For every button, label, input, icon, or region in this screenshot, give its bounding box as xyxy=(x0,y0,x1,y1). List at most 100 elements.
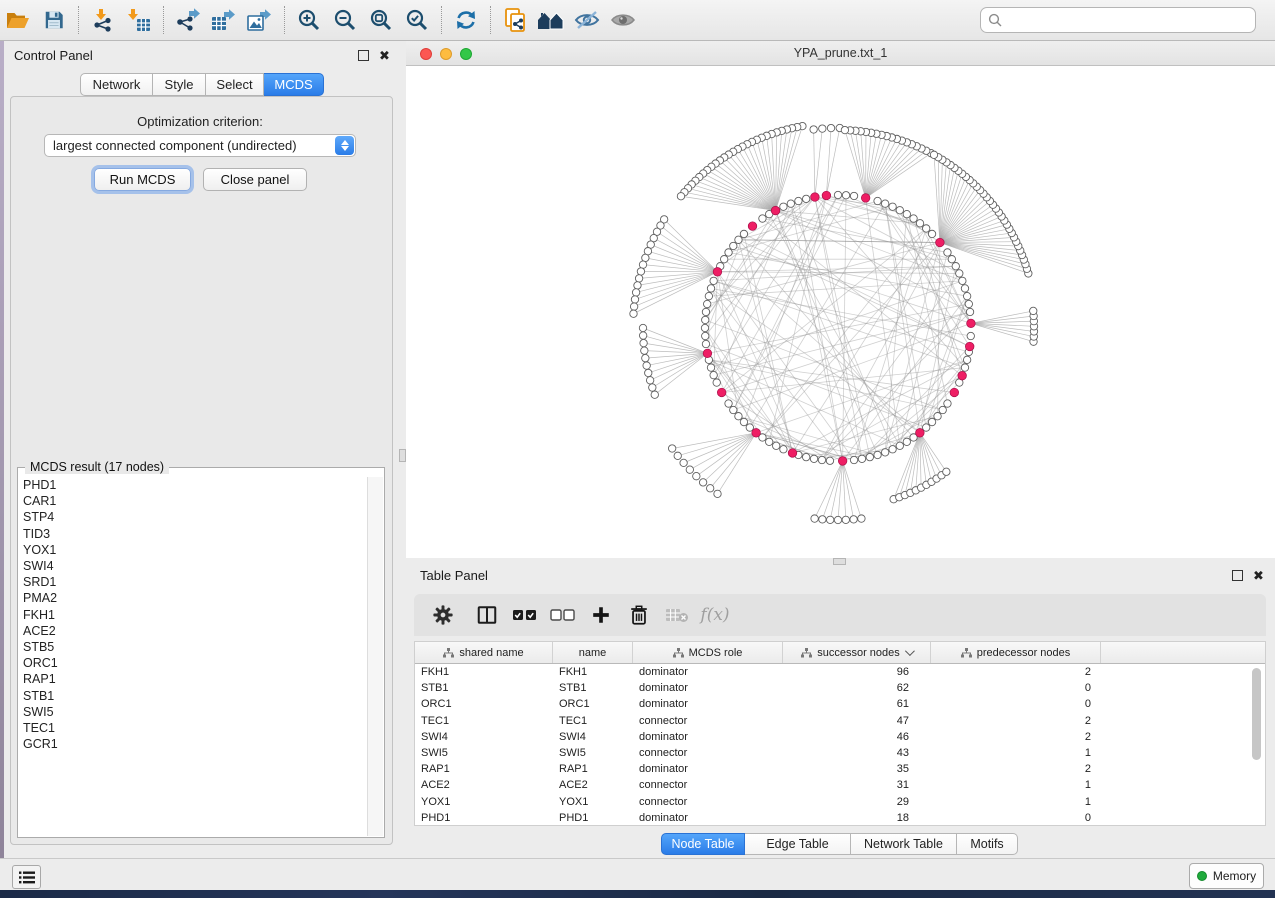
cell-shared-name[interactable]: SWI5 xyxy=(415,747,553,759)
cell-predecessor-nodes[interactable]: 0 xyxy=(931,682,1101,694)
cell-name[interactable]: ORC1 xyxy=(553,698,633,710)
mcds-result-item[interactable]: PMA2 xyxy=(23,590,368,606)
tab-network-table[interactable]: Network Table xyxy=(851,833,957,855)
export-network-icon[interactable] xyxy=(170,4,206,36)
tab-node-table[interactable]: Node Table xyxy=(661,833,745,855)
mcds-result-item[interactable]: TEC1 xyxy=(23,720,368,736)
cell-MCDS-role[interactable]: dominator xyxy=(633,682,783,694)
cell-predecessor-nodes[interactable]: 1 xyxy=(931,796,1101,808)
tab-network[interactable]: Network xyxy=(80,73,153,96)
tab-motifs[interactable]: Motifs xyxy=(957,833,1018,855)
zoom-selected-icon[interactable] xyxy=(399,4,435,36)
control-panel-float-icon[interactable] xyxy=(358,50,369,61)
cell-name[interactable]: TEC1 xyxy=(553,715,633,727)
cell-name[interactable]: SWI4 xyxy=(553,731,633,743)
zoom-out-icon[interactable] xyxy=(327,4,363,36)
cell-shared-name[interactable]: ACE2 xyxy=(415,779,553,791)
mcds-result-item[interactable]: FKH1 xyxy=(23,607,368,623)
select-all-rows-icon[interactable] xyxy=(508,598,542,632)
mcds-result-item[interactable]: SWI5 xyxy=(23,704,368,720)
cell-successor-nodes[interactable]: 18 xyxy=(783,812,931,824)
export-image-icon[interactable] xyxy=(242,4,278,36)
mcds-result-item[interactable]: PHD1 xyxy=(23,477,368,493)
function-builder-icon[interactable]: f(x) xyxy=(698,598,732,632)
cell-successor-nodes[interactable]: 35 xyxy=(783,763,931,775)
mcds-result-item[interactable]: CAR1 xyxy=(23,493,368,509)
cell-shared-name[interactable]: SWI4 xyxy=(415,731,553,743)
table-panel-float-icon[interactable] xyxy=(1232,570,1243,581)
import-network-icon[interactable] xyxy=(85,4,121,36)
cell-successor-nodes[interactable]: 46 xyxy=(783,731,931,743)
clone-network-icon[interactable] xyxy=(497,4,533,36)
cell-name[interactable]: PHD1 xyxy=(553,812,633,824)
cell-shared-name[interactable]: RAP1 xyxy=(415,763,553,775)
cell-shared-name[interactable]: ORC1 xyxy=(415,698,553,710)
table-row[interactable]: RAP1RAP1dominator352 xyxy=(415,761,1265,777)
delete-columns-trash-icon[interactable] xyxy=(622,598,656,632)
cell-predecessor-nodes[interactable]: 0 xyxy=(931,812,1101,824)
cell-shared-name[interactable]: PHD1 xyxy=(415,812,553,824)
cell-successor-nodes[interactable]: 96 xyxy=(783,666,931,678)
cell-predecessor-nodes[interactable]: 1 xyxy=(931,747,1101,759)
table-row[interactable]: YOX1YOX1connector291 xyxy=(415,794,1265,810)
mcds-result-scrollbar[interactable] xyxy=(367,477,383,836)
table-row[interactable]: ACE2ACE2connector311 xyxy=(415,777,1265,793)
mcds-result-item[interactable]: GCR1 xyxy=(23,736,368,752)
tab-mcds[interactable]: MCDS xyxy=(264,73,324,96)
cell-MCDS-role[interactable]: connector xyxy=(633,796,783,808)
cell-predecessor-nodes[interactable]: 0 xyxy=(931,698,1101,710)
close-panel-button[interactable]: Close panel xyxy=(203,168,307,191)
cell-predecessor-nodes[interactable]: 2 xyxy=(931,731,1101,743)
cell-MCDS-role[interactable]: connector xyxy=(633,779,783,791)
vertical-splitter-handle[interactable] xyxy=(399,449,406,462)
houses-icon[interactable] xyxy=(533,4,569,36)
mcds-result-item[interactable]: TID3 xyxy=(23,526,368,542)
cell-MCDS-role[interactable]: dominator xyxy=(633,763,783,775)
column-header-predecessor-nodes[interactable]: predecessor nodes xyxy=(931,642,1101,663)
memory-button[interactable]: Memory xyxy=(1189,863,1264,889)
cell-predecessor-nodes[interactable]: 1 xyxy=(931,779,1101,791)
column-header-successor-nodes[interactable]: successor nodes xyxy=(783,642,931,663)
mcds-result-item[interactable]: RAP1 xyxy=(23,671,368,687)
save-session-icon[interactable] xyxy=(36,4,72,36)
cell-name[interactable]: ACE2 xyxy=(553,779,633,791)
cell-successor-nodes[interactable]: 62 xyxy=(783,682,931,694)
cell-predecessor-nodes[interactable]: 2 xyxy=(931,715,1101,727)
mcds-result-item[interactable]: SWI4 xyxy=(23,558,368,574)
cell-name[interactable]: STB1 xyxy=(553,682,633,694)
column-header-MCDS-role[interactable]: MCDS role xyxy=(633,642,783,663)
mcds-result-item[interactable]: STB5 xyxy=(23,639,368,655)
cell-shared-name[interactable]: YOX1 xyxy=(415,796,553,808)
run-mcds-button[interactable]: Run MCDS xyxy=(94,168,191,191)
table-row[interactable]: TEC1TEC1connector472 xyxy=(415,713,1265,729)
cell-MCDS-role[interactable]: connector xyxy=(633,715,783,727)
network-canvas[interactable] xyxy=(406,66,1275,558)
table-row[interactable]: SWI4SWI4dominator462 xyxy=(415,729,1265,745)
mcds-result-item[interactable]: STB1 xyxy=(23,688,368,704)
task-history-list-button[interactable] xyxy=(12,865,41,889)
tab-style[interactable]: Style xyxy=(153,73,206,96)
zoom-in-icon[interactable] xyxy=(291,4,327,36)
cell-successor-nodes[interactable]: 47 xyxy=(783,715,931,727)
table-settings-gear-icon[interactable] xyxy=(426,598,460,632)
delete-table-icon[interactable] xyxy=(660,598,694,632)
open-file-icon[interactable] xyxy=(0,4,36,36)
cell-successor-nodes[interactable]: 29 xyxy=(783,796,931,808)
show-all-eye-icon[interactable] xyxy=(605,4,641,36)
network-graph[interactable] xyxy=(406,66,1275,558)
cell-MCDS-role[interactable]: dominator xyxy=(633,666,783,678)
control-panel-close-icon[interactable]: ✖ xyxy=(379,51,390,60)
cell-name[interactable]: SWI5 xyxy=(553,747,633,759)
cell-predecessor-nodes[interactable]: 2 xyxy=(931,666,1101,678)
cell-MCDS-role[interactable]: dominator xyxy=(633,812,783,824)
cell-name[interactable]: FKH1 xyxy=(553,666,633,678)
deselect-all-rows-icon[interactable] xyxy=(546,598,580,632)
tab-edge-table[interactable]: Edge Table xyxy=(745,833,851,855)
cell-shared-name[interactable]: FKH1 xyxy=(415,666,553,678)
mcds-result-item[interactable]: ORC1 xyxy=(23,655,368,671)
column-header-name[interactable]: name xyxy=(553,642,633,663)
mcds-result-list[interactable]: PHD1CAR1STP4TID3YOX1SWI4SRD1PMA2FKH1ACE2… xyxy=(19,477,368,836)
cell-successor-nodes[interactable]: 31 xyxy=(783,779,931,791)
import-table-icon[interactable] xyxy=(121,4,157,36)
cell-MCDS-role[interactable]: dominator xyxy=(633,731,783,743)
